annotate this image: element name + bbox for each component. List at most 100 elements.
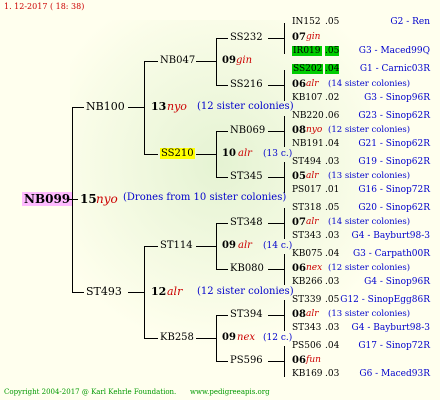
gen5-origin: alr — [306, 309, 319, 319]
gen5-id[interactable]: ST318 — [292, 203, 321, 213]
gen5-year: .05 — [325, 203, 340, 213]
gen5-sisters: (13 sister colonies) — [328, 309, 411, 319]
gen5-id: 06 — [292, 355, 306, 366]
gen5-code: G19 - Sinop62R — [358, 157, 430, 167]
gen5-year: .05 — [325, 295, 340, 305]
gen5-row: NB191 .04 G21 - Sinop62R — [0, 139, 440, 151]
gen5-origin: gin — [306, 32, 321, 42]
gen5-row: KB169 .03 G6 - Maced93R — [0, 369, 440, 381]
gen5-year: .05 — [325, 17, 340, 27]
gen5-id[interactable]: PS017 — [292, 185, 321, 195]
gen5-sisters: (14 sister colonies) — [328, 79, 411, 89]
gen5-code: G12 - SinopEgg86R — [340, 295, 430, 305]
gen5-year: .04 — [325, 139, 340, 149]
gen5-origin: nyo — [306, 125, 323, 135]
gen5-code: G4 - Bayburt98-3 — [351, 231, 430, 241]
gen5-id[interactable]: IN152 — [292, 17, 321, 27]
gen5-id: 06 — [292, 79, 306, 90]
gen3-link-3 — [144, 246, 158, 247]
gen5-id[interactable]: ST343 — [292, 231, 321, 241]
gen5-year: .06 — [325, 111, 340, 121]
gen5-origin: alr — [306, 217, 319, 227]
gen5-code: G23 - Sinop62R — [358, 111, 430, 121]
gen5-row: 05 alr (13 sister colonies) — [0, 171, 440, 183]
gen5-id: 08 — [292, 309, 306, 320]
gen5-row: ST318 .05 G20 - Sinop62R — [0, 203, 440, 215]
gen5-row: KB107 .02 G3 - Sinop96R — [0, 93, 440, 105]
gen5-id: 06 — [292, 263, 306, 274]
gen2-link-top — [72, 107, 84, 108]
gen5-origin: alr — [306, 79, 319, 89]
date-stamp: 1. 12-2017 ( 18: 38) — [4, 2, 85, 11]
gen5-id[interactable]: NB220 — [292, 111, 324, 121]
root-connector — [68, 199, 78, 200]
gen5-sisters: (12 sister colonies) — [328, 125, 411, 135]
gen5-code: G6 - Maced93R — [359, 369, 430, 379]
gen5-year: .03 — [325, 157, 340, 167]
gen5-year: .03 — [325, 369, 340, 379]
gen5-code: G3 - Maced99Q — [358, 46, 430, 56]
gen2-link-bottom — [72, 292, 84, 293]
gen5-id[interactable]: KB107 — [292, 93, 323, 103]
gen5-id[interactable]: ST343 — [292, 323, 321, 333]
gen3-right-4 — [196, 338, 216, 339]
gen5-row: 06 alr (14 sister colonies) — [0, 79, 440, 91]
gen5-row: IN152 .05 G2 - Ren — [0, 17, 440, 29]
gen5-id: 07 — [292, 217, 306, 228]
gen3-right-3 — [196, 246, 216, 247]
gen5-row: 08 nyo (12 sister colonies) — [0, 125, 440, 137]
gen5-id[interactable]: KB169 — [292, 369, 323, 379]
gen2a-right-link — [128, 107, 144, 108]
gen5-id[interactable]: PS506 — [292, 341, 321, 351]
gen5-id[interactable]: KB075 — [292, 249, 323, 259]
gen5-code: G1 - Carnic03R — [359, 64, 430, 74]
gen5-row: SS202 .04 G1 - Carnic03R — [0, 64, 440, 76]
gen2b-right-link — [128, 292, 144, 293]
gen5-id[interactable]: NB191 — [292, 139, 324, 149]
gen5-code: G3 - Sinop96R — [364, 93, 430, 103]
gen5-id[interactable]: ST494 — [292, 157, 321, 167]
gen5-code: G16 - Sinop72R — [358, 185, 430, 195]
gen5-origin: alr — [306, 171, 319, 181]
pedigree-diagram: { "date": "1. 12-2017 ( 18: 38)", "copyr… — [0, 0, 440, 400]
gen5-row: 08 alr (13 sister colonies) — [0, 309, 440, 321]
gen5-row: 07 alr (14 sister colonies) — [0, 217, 440, 229]
gen5-code: G2 - Ren — [390, 17, 430, 27]
website-text: www.pedigreeapis.org — [190, 388, 270, 396]
gen3-right-2 — [196, 154, 216, 155]
gen5-code: G3 - Carpath00R — [352, 249, 430, 259]
gen3-link-1 — [144, 61, 158, 62]
gen5-origin: nex — [306, 263, 323, 273]
copyright-text: Copyright 2004-2017 @ Karl Kehrle Founda… — [4, 388, 177, 396]
gen5-id[interactable]: SS202 — [292, 64, 324, 74]
gen5-id: 07 — [292, 32, 306, 43]
gen5-year: .05 — [325, 46, 340, 56]
gen5-year: .03 — [325, 323, 340, 333]
gen5-id[interactable]: KB266 — [292, 277, 323, 287]
gen5-year: .04 — [325, 64, 340, 74]
gen5-year: .04 — [325, 249, 340, 259]
gen5-code: G21 - Sinop62R — [358, 139, 430, 149]
gen5-code: G17 - Sinop72R — [358, 341, 430, 351]
gen5-id: 08 — [292, 125, 306, 136]
gen5-year: .03 — [325, 231, 340, 241]
gen5-sisters: (14 sister colonies) — [328, 217, 411, 227]
gen5-year: .04 — [325, 341, 340, 351]
gen5-year: .02 — [325, 93, 340, 103]
gen5-sisters: (12 sister colonies) — [328, 263, 411, 273]
gen5-row: 06 fun — [0, 355, 440, 367]
gen5-code: G4 - Bayburt98-3 — [351, 323, 430, 333]
gen5-id[interactable]: IR019 — [292, 46, 322, 56]
gen5-row: KB266 .03 G4 - Sinop96R — [0, 277, 440, 289]
gen3-link-4 — [144, 338, 158, 339]
gen5-row: ST343 .03 G4 - Bayburt98-3 — [0, 323, 440, 335]
gen5-row: KB075 .04 G3 - Carpath00R — [0, 249, 440, 261]
gen5-code: G20 - Sinop62R — [358, 203, 430, 213]
gen5-row: NB220 .06 G23 - Sinop62R — [0, 111, 440, 123]
gen5-year: .01 — [325, 185, 340, 195]
gen5-row: ST343 .03 G4 - Bayburt98-3 — [0, 231, 440, 243]
gen5-id: 05 — [292, 171, 306, 182]
gen5-sisters: (13 sister colonies) — [328, 171, 411, 181]
gen5-origin: fun — [306, 355, 321, 365]
gen5-id[interactable]: ST339 — [292, 295, 321, 305]
